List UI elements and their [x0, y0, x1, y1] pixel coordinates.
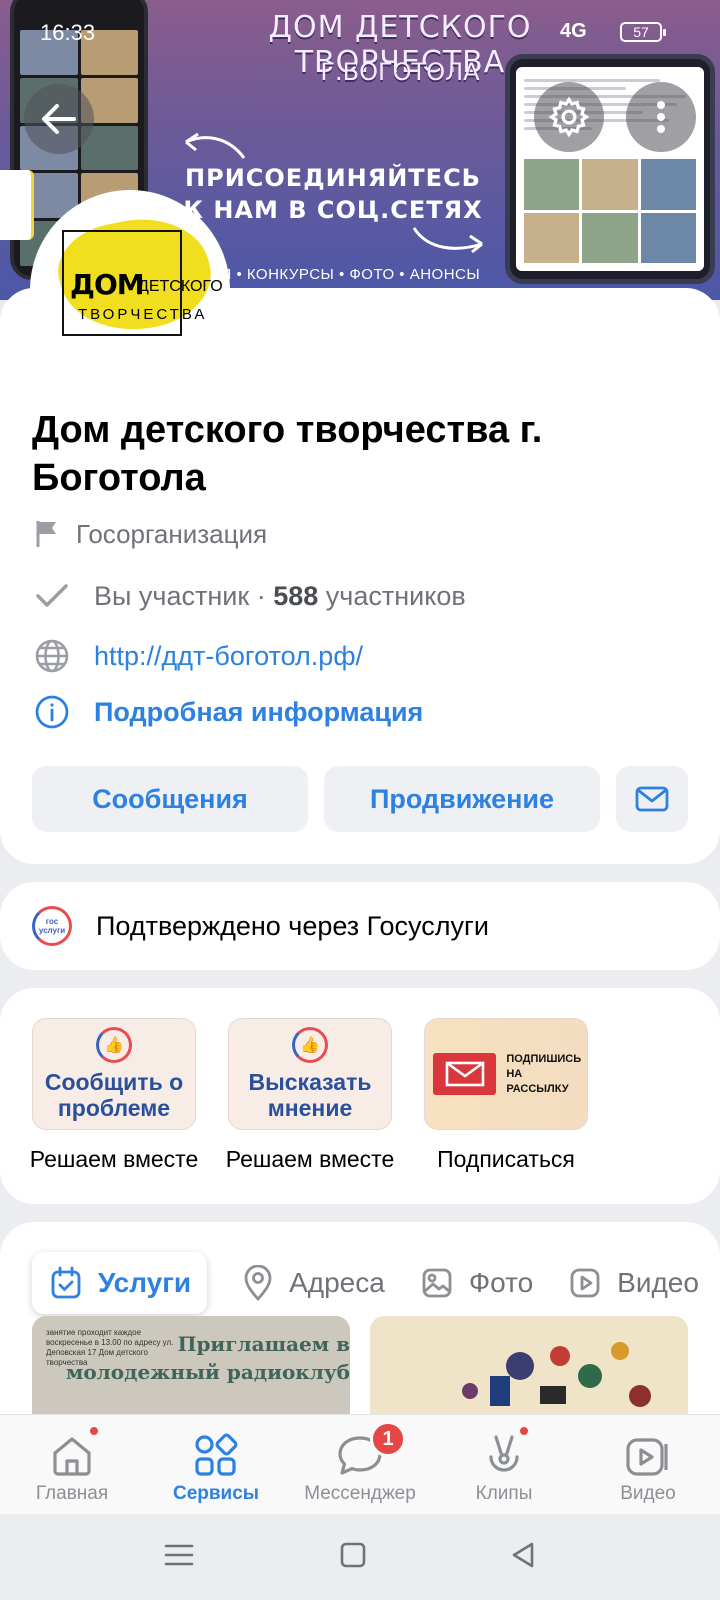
cover-tablet-image [505, 54, 715, 284]
nav-label: Клипы [475, 1483, 533, 1504]
tab-services[interactable]: Услуги [32, 1252, 208, 1314]
category-row: Госорганизация [32, 514, 267, 554]
battery-icon: 57 [620, 22, 666, 42]
calendar-check-icon [50, 1266, 82, 1300]
settings-button[interactable] [534, 82, 604, 152]
widget-tile: 👍 Высказать мнение [228, 1018, 392, 1130]
home-square-icon[interactable] [336, 1538, 370, 1572]
tab-label: Видео [617, 1267, 699, 1298]
nav-label: Сервисы [172, 1483, 260, 1504]
thumbs-up-icon: 👍 [292, 1027, 328, 1063]
nav-label: Главная [35, 1483, 109, 1504]
tab-label: Услуги [98, 1267, 192, 1298]
member-status: Вы участник [94, 580, 250, 611]
home-icon [49, 1429, 95, 1483]
gosuslugi-logo-text: гос услуги [38, 917, 66, 935]
widget-title: Высказать мнение [248, 1069, 372, 1121]
widget-title: Сообщить о проблеме [44, 1069, 184, 1121]
cover-join-text: ПРИСОЕДИНЯЙТЕСЬ К НАМ В СОЦ.СЕТЯХ [178, 162, 488, 226]
widget-caption: Решаем вместе [29, 1146, 199, 1172]
widget-tile: ПОДПИШИСЬ НА РАССЫЛКУ [424, 1018, 588, 1130]
battery-level: 57 [633, 24, 649, 40]
nav-label: Видео [620, 1483, 676, 1504]
bottom-navigation: Главная Сервисы 1 Мессенджер Клипы Видео [0, 1414, 720, 1514]
cover-arrow-bottom-icon [412, 227, 483, 254]
widget-title: ПОДПИШИСЬ НА РАССЫЛКУ [506, 1052, 582, 1095]
website-link[interactable]: http://ддт-боготол.рф/ [94, 641, 363, 672]
group-avatar[interactable]: ДОМ ДЕТСКОГО ТВОРЧЕСТВА [30, 190, 230, 390]
nav-clips[interactable]: Клипы [432, 1415, 576, 1514]
widget-caption: Решаем вместе [225, 1146, 395, 1172]
cover-tags: СТИ • КОНКУРСЫ • ФОТО • АНОНСЫ [200, 266, 481, 283]
members-count: 588 [273, 580, 319, 611]
globe-icon [32, 636, 72, 676]
verification-text: Подтверждено через Госуслуги [96, 910, 489, 941]
home-notification-dot [88, 1425, 100, 1437]
messages-button[interactable]: Сообщения [32, 766, 308, 832]
membership-row[interactable]: Вы участник · 588 участников [32, 576, 466, 616]
cover-mini-logo [0, 170, 34, 240]
widget-caption: Подписаться [437, 1146, 575, 1172]
status-time: 16:33 [40, 20, 96, 45]
members-label: участников [325, 580, 466, 611]
website-row[interactable]: http://ддт-боготол.рф/ [32, 636, 363, 676]
promotion-button[interactable]: Продвижение [324, 766, 600, 832]
back-button[interactable] [24, 84, 94, 154]
back-triangle-icon[interactable] [506, 1538, 540, 1572]
mail-button[interactable] [616, 766, 688, 832]
tab-videos[interactable]: Видео [569, 1252, 699, 1314]
cover-join-line1: ПРИСОЕДИНЯЙТЕСЬ [185, 164, 481, 192]
widget-subscribe[interactable]: ПОДПИШИСЬ НА РАССЫЛКУ Подписаться [408, 1018, 604, 1173]
nav-home[interactable]: Главная [0, 1415, 144, 1514]
nav-label: Мессенджер [304, 1483, 416, 1504]
avatar-text-2: ДЕТСКОГО [138, 278, 223, 295]
action-buttons: Сообщения Продвижение [32, 766, 688, 832]
clips-icon [481, 1429, 527, 1483]
widgets-card: 👍 Сообщить о проблеме Решаем вместе 👍 Вы… [0, 988, 720, 1204]
tab-label: Адреса [289, 1267, 385, 1298]
nav-services[interactable]: Сервисы [144, 1415, 288, 1514]
envelope-icon [635, 786, 669, 812]
status-network: 4G [560, 20, 587, 42]
gosuslugi-verification[interactable]: гос услуги Подтверждено через Госуслуги [0, 882, 720, 970]
clips-notification-dot [518, 1425, 530, 1437]
category-label: Госорганизация [76, 518, 268, 549]
nav-messenger[interactable]: 1 Мессенджер [288, 1415, 432, 1514]
flag-icon [32, 514, 62, 554]
image-icon [421, 1267, 453, 1299]
widget-report-problem[interactable]: 👍 Сообщить о проблеме Решаем вместе [16, 1018, 212, 1173]
tab-addresses[interactable]: Адреса [243, 1252, 385, 1314]
group-title: Дом детского творчества г. Боготола [32, 409, 543, 499]
system-navigation-bar [0, 1514, 720, 1600]
video-play-icon [625, 1429, 671, 1483]
more-vertical-icon [657, 101, 665, 133]
status-bar: 16:33 4G 57 [0, 0, 720, 64]
gear-icon [548, 96, 590, 138]
location-pin-icon [243, 1265, 273, 1301]
section-tabs: Услуги Адреса Фото Видео [32, 1252, 720, 1314]
mail-icon [433, 1053, 497, 1095]
details-link[interactable]: Подробная информация [94, 697, 423, 728]
gosuslugi-logo-icon: гос услуги [32, 906, 72, 946]
nav-video[interactable]: Видео [576, 1415, 720, 1514]
messenger-unread-badge: 1 [370, 1421, 406, 1457]
services-grid-icon [193, 1429, 239, 1483]
info-icon [32, 692, 72, 732]
banner-title: Приглашаем в молодежный радиоклуб [65, 1332, 350, 1384]
menu-lines-icon[interactable] [162, 1538, 196, 1572]
widget-give-opinion[interactable]: 👍 Высказать мнение Решаем вместе [212, 1018, 408, 1173]
cover-arrow-top-icon [185, 132, 246, 159]
arrow-left-icon [42, 104, 76, 134]
details-row[interactable]: Подробная информация [32, 692, 423, 732]
thumbs-up-icon: 👍 [96, 1027, 132, 1063]
tab-label: Фото [468, 1267, 534, 1298]
more-button[interactable] [626, 82, 696, 152]
widget-tile: 👍 Сообщить о проблеме [32, 1018, 196, 1130]
tab-photos[interactable]: Фото [421, 1252, 533, 1314]
member-separator: · [256, 580, 266, 611]
avatar-text-1: ДОМ [70, 268, 145, 301]
avatar-text-3: ТВОРЧЕСТВА [78, 306, 208, 323]
video-icon [569, 1267, 601, 1299]
checkmark-icon [32, 576, 72, 616]
